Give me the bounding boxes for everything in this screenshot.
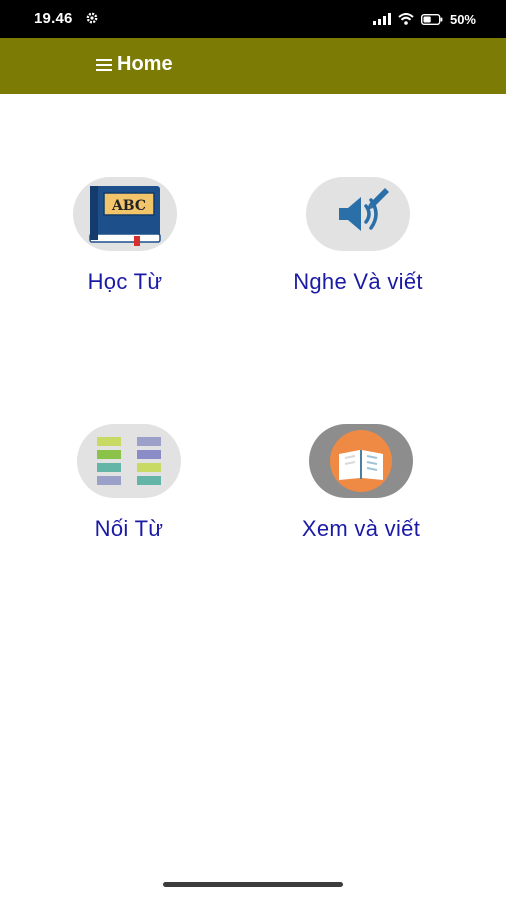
page-title: Home [117, 53, 173, 75]
tile-label-hoc-tu: Học Từ [87, 269, 163, 294]
status-time: 19.46 [34, 10, 73, 27]
tile-label-noi-tu: Nối Từ [94, 516, 164, 541]
tile-hoc-tu[interactable]: ABC Học Từ [25, 177, 225, 295]
status-bar: 19.46 50% [0, 0, 506, 38]
tile-noi-tu[interactable]: Nối Từ [29, 424, 229, 542]
battery-percent: 50% [449, 11, 476, 27]
open-book-icon [330, 430, 392, 492]
speaker-pen-icon [339, 188, 389, 231]
battery-icon [420, 13, 443, 25]
app-bar: Home [0, 38, 506, 94]
gear-icon [86, 12, 98, 24]
tile-label-nghe-va-viet: Nghe Và viết [293, 269, 423, 294]
tile-xem-va-viet[interactable]: Xem và viết [261, 424, 461, 542]
tile-icon-background [306, 177, 410, 251]
signal-icon [372, 13, 391, 25]
tile-icon-background: ABC [73, 177, 177, 251]
home-indicator[interactable] [163, 882, 343, 887]
svg-text:ABC: ABC [111, 198, 146, 214]
hamburger-menu-icon[interactable] [96, 59, 112, 72]
tile-icon-background [77, 424, 181, 498]
tile-nghe-va-viet[interactable]: Nghe Và viết [258, 177, 458, 295]
tile-icon-background [309, 424, 413, 498]
tile-label-xem-va-viet: Xem và viết [301, 516, 421, 541]
wifi-icon [398, 13, 414, 25]
abc-book-icon: ABC [89, 186, 161, 246]
word-grid-icon [97, 437, 161, 485]
status-icons: 50% [372, 9, 476, 29]
